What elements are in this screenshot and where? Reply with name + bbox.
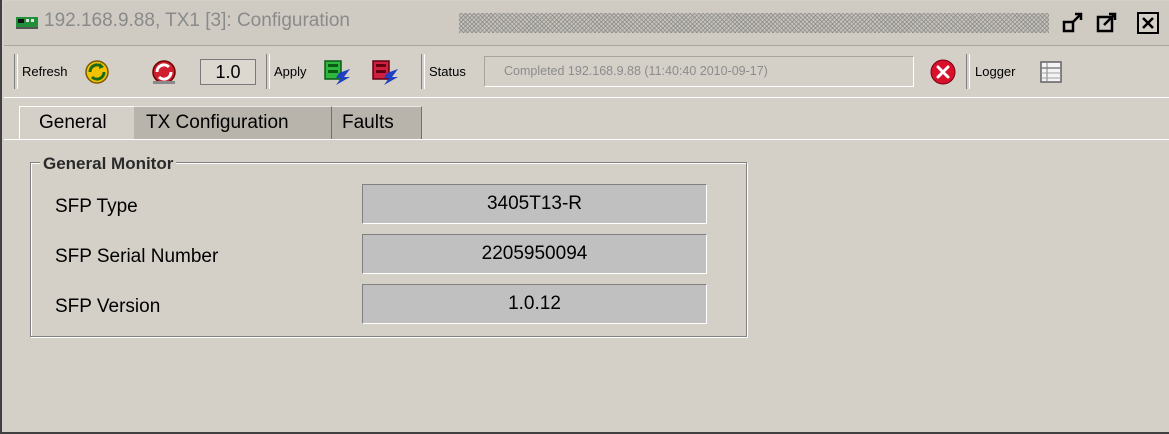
close-icon[interactable] xyxy=(1136,11,1160,35)
configuration-window: 192.168.9.88, TX1 [3]: Configuration Ref… xyxy=(0,0,1169,434)
sfp-type-label: SFP Type xyxy=(55,196,138,217)
sfp-type-value: 3405T13-R xyxy=(362,184,707,224)
error-icon[interactable] xyxy=(929,58,957,86)
toolbar-separator xyxy=(421,54,425,89)
sfp-serial-number-value: 2205950094 xyxy=(362,234,707,274)
tab-label: TX Configuration xyxy=(146,112,289,133)
sfp-version-label: SFP Version xyxy=(55,296,161,317)
window-title: 192.168.9.88, TX1 [3]: Configuration xyxy=(44,10,350,31)
restore-icon[interactable] xyxy=(1061,11,1085,35)
title-drag-area[interactable] xyxy=(459,13,1049,33)
tab-tx-configuration[interactable]: TX Configuration xyxy=(134,106,332,139)
group-title: General Monitor xyxy=(40,154,177,174)
tab-faults[interactable]: Faults xyxy=(332,106,422,139)
network-card-icon xyxy=(16,17,38,29)
refresh-stop-icon[interactable] xyxy=(149,57,179,87)
refresh-auto-icon[interactable] xyxy=(82,57,112,87)
apply-green-icon[interactable] xyxy=(322,57,352,87)
refresh-interval-field[interactable]: 1.0 xyxy=(200,59,256,85)
toolbar: Refresh 1.0 Apply Status Completed 192.1… xyxy=(4,47,1169,98)
apply-red-icon[interactable] xyxy=(370,57,400,87)
sfp-version-value: 1.0.12 xyxy=(362,284,707,324)
apply-label: Apply xyxy=(274,64,307,79)
tab-strip-border xyxy=(4,139,1169,140)
status-label: Status xyxy=(429,64,466,79)
title-bar[interactable]: 192.168.9.88, TX1 [3]: Configuration xyxy=(4,1,1169,46)
tab-label: Faults xyxy=(342,112,394,133)
toolbar-separator xyxy=(266,54,270,89)
tab-label: General xyxy=(39,112,107,133)
refresh-label: Refresh xyxy=(22,64,68,79)
tab-general[interactable]: General xyxy=(19,106,135,139)
logger-icon[interactable] xyxy=(1039,60,1063,84)
logger-label: Logger xyxy=(975,64,1016,79)
toolbar-separator xyxy=(966,54,970,89)
sfp-serial-number-label: SFP Serial Number xyxy=(55,246,219,267)
toolbar-separator xyxy=(14,54,18,89)
status-field: Completed 192.168.9.88 (11:40:40 2010-09… xyxy=(484,56,914,87)
maximize-icon[interactable] xyxy=(1095,11,1119,35)
